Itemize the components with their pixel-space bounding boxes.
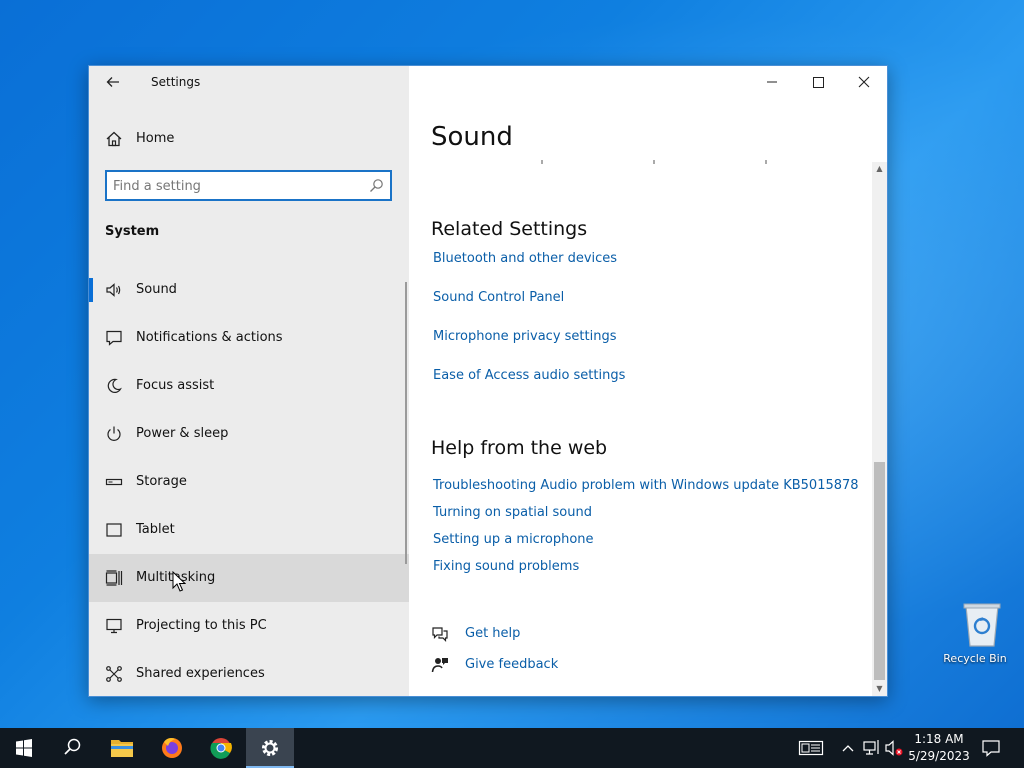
chevron-up-icon[interactable]	[838, 738, 858, 758]
power-icon	[107, 426, 121, 441]
taskbar: 1:18 AM 5/29/2023	[0, 728, 1024, 768]
sidebar-item-notifications[interactable]: Notifications & actions	[89, 314, 409, 362]
clock-date: 5/29/2023	[908, 749, 970, 763]
start-button[interactable]	[0, 728, 48, 768]
multitasking-icon	[105, 570, 123, 586]
scrollbar-thumb[interactable]	[874, 462, 885, 680]
content-scrollbar[interactable]: ▲ ▼	[872, 162, 887, 696]
sidebar-item-label: Shared experiences	[136, 666, 265, 681]
sidebar-item-label: Tablet	[136, 522, 175, 537]
file-explorer-button[interactable]	[98, 728, 146, 768]
sidebar-item-label: Focus assist	[136, 378, 215, 393]
get-help-link[interactable]: Get help	[465, 626, 520, 641]
maximize-icon	[813, 77, 824, 88]
sidebar-item-label: Projecting to this PC	[136, 618, 267, 633]
clipped-content	[431, 160, 811, 164]
projector-icon	[106, 618, 122, 634]
sidebar-item-label: Sound	[136, 282, 177, 297]
minimize-button[interactable]	[749, 66, 795, 98]
link-microphone-privacy[interactable]: Microphone privacy settings	[433, 329, 617, 344]
shared-icon	[106, 666, 122, 682]
network-icon[interactable]	[862, 738, 882, 758]
gear-icon	[262, 740, 278, 756]
volume-muted-icon[interactable]	[884, 738, 904, 758]
windows-logo-icon	[16, 739, 32, 757]
link-sound-control-panel[interactable]: Sound Control Panel	[433, 290, 564, 305]
news-widget-icon[interactable]	[798, 738, 824, 758]
link-ease-of-access-audio[interactable]: Ease of Access audio settings	[433, 368, 625, 383]
scroll-down-arrow-icon[interactable]: ▼	[872, 682, 887, 696]
speaker-icon	[106, 283, 121, 297]
sidebar-item-sound[interactable]: Sound	[89, 266, 409, 314]
window-controls	[749, 66, 887, 98]
sidebar-item-tablet[interactable]: Tablet	[89, 506, 409, 554]
home-icon	[106, 131, 122, 147]
search-icon	[64, 738, 81, 755]
give-feedback-link[interactable]: Give feedback	[465, 657, 558, 672]
tablet-icon	[106, 523, 122, 537]
sidebar-item-focus-assist[interactable]: Focus assist	[89, 362, 409, 410]
sidebar-scrollbar[interactable]	[405, 282, 407, 564]
scroll-up-arrow-icon[interactable]: ▲	[872, 162, 887, 176]
related-settings-heading: Related Settings	[431, 218, 588, 240]
back-button[interactable]	[101, 72, 125, 92]
link-fixing-sound-problems[interactable]: Fixing sound problems	[433, 559, 579, 574]
page-title: Sound	[431, 122, 513, 152]
firefox-icon	[162, 738, 182, 758]
notification-icon	[106, 330, 122, 346]
clock-time: 1:18 AM	[914, 732, 964, 746]
window-title: Settings	[151, 75, 201, 89]
close-button[interactable]	[841, 66, 887, 98]
firefox-button[interactable]	[148, 728, 196, 768]
recycle-bin-label: Recycle Bin	[943, 652, 1007, 665]
mouse-cursor-icon	[172, 571, 186, 592]
chrome-button[interactable]	[197, 728, 245, 768]
sidebar-item-multitasking[interactable]: Multitasking	[89, 554, 409, 602]
recycle-bin-icon	[963, 603, 1000, 647]
home-label: Home	[136, 131, 175, 146]
maximize-button[interactable]	[795, 66, 841, 98]
titlebar: Settings	[89, 66, 409, 98]
close-icon	[858, 76, 870, 88]
sidebar-item-power-sleep[interactable]: Power & sleep	[89, 410, 409, 458]
settings-taskbar-button[interactable]	[246, 728, 294, 768]
sidebar-nav: Sound Notifications & actions Focus assi…	[89, 266, 409, 696]
chrome-icon	[210, 738, 232, 759]
minimize-icon	[767, 81, 777, 83]
content-pane: Sound Related Settings Bluetooth and oth…	[409, 66, 887, 696]
taskbar-search-button[interactable]	[48, 728, 96, 768]
link-bluetooth-devices[interactable]: Bluetooth and other devices	[433, 251, 617, 266]
sidebar-item-label: Storage	[136, 474, 187, 489]
search-icon[interactable]	[369, 178, 384, 193]
search-box[interactable]	[105, 170, 392, 201]
selected-indicator	[89, 278, 93, 302]
sidebar-item-home[interactable]: Home	[89, 122, 409, 156]
taskbar-clock[interactable]: 1:18 AM 5/29/2023	[906, 731, 972, 765]
link-troubleshooting-audio[interactable]: Troubleshooting Audio problem with Windo…	[433, 478, 859, 493]
settings-sidebar: Settings Home System	[89, 66, 409, 696]
recycle-bin[interactable]: Recycle Bin	[940, 600, 1010, 670]
settings-window: Settings Home System	[88, 65, 888, 697]
sidebar-item-projecting[interactable]: Projecting to this PC	[89, 602, 409, 650]
action-center-icon[interactable]	[981, 738, 1001, 758]
get-help-icon	[432, 627, 448, 642]
sidebar-item-label: Notifications & actions	[136, 330, 283, 345]
section-title-system: System	[105, 224, 160, 239]
link-spatial-sound[interactable]: Turning on spatial sound	[433, 505, 592, 520]
sidebar-item-label: Power & sleep	[136, 426, 229, 441]
help-from-web-heading: Help from the web	[431, 437, 608, 459]
feedback-icon	[431, 658, 448, 673]
sidebar-item-storage[interactable]: Storage	[89, 458, 409, 506]
link-setting-up-microphone[interactable]: Setting up a microphone	[433, 532, 594, 547]
search-input[interactable]	[113, 176, 353, 196]
sidebar-item-shared-experiences[interactable]: Shared experiences	[89, 650, 409, 696]
moon-icon	[107, 378, 122, 393]
storage-icon	[105, 478, 123, 486]
folder-icon	[111, 740, 133, 757]
back-arrow-icon	[106, 77, 119, 87]
